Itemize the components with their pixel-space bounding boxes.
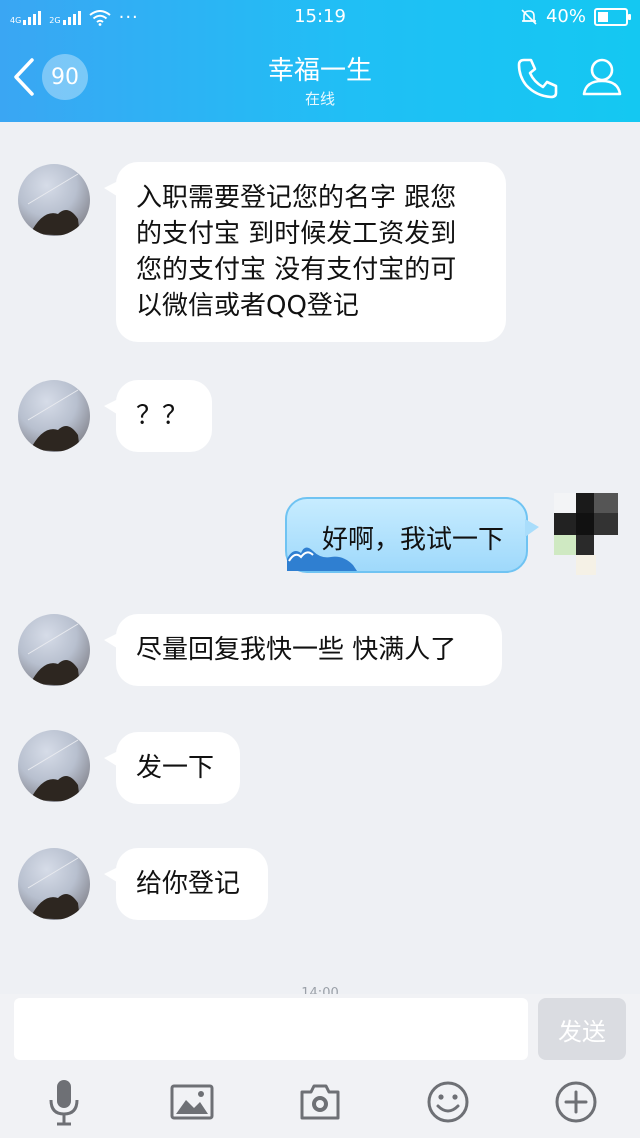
message-text-line: 您的支付宝 没有支付宝的可 <box>136 255 457 285</box>
emoji-button[interactable] <box>424 1078 472 1126</box>
chat-toolbar <box>0 1066 640 1138</box>
message-input[interactable] <box>14 998 528 1060</box>
input-bar: 发送 <box>0 994 640 1066</box>
message-text-line: 给你登记 <box>136 869 241 899</box>
message-text-line: 入职需要登记您的名字 跟您 <box>136 183 457 213</box>
microphone-icon <box>49 1080 79 1126</box>
message-text-line: ？？ <box>136 401 189 431</box>
message-text-line: 以微信或者QQ登记 <box>136 291 359 321</box>
message-bubble[interactable]: ？？ <box>104 380 212 452</box>
wave-decoration-icon <box>287 547 357 571</box>
chat-header: 4G 2G ··· 15:19 40% 90 幸福一生 在线 <box>0 0 640 122</box>
battery-percent: 40% <box>545 6 586 27</box>
plus-icon <box>555 1081 597 1123</box>
emoji-icon <box>427 1081 469 1123</box>
status-bar: 4G 2G ··· 15:19 40% <box>0 0 640 34</box>
mute-bell-icon <box>521 8 537 25</box>
contact-avatar[interactable] <box>18 848 90 920</box>
message-text-line: 发一下 <box>136 753 215 783</box>
my-avatar[interactable] <box>554 493 620 577</box>
profile-button[interactable] <box>576 52 628 104</box>
send-button[interactable]: 发送 <box>538 998 626 1060</box>
camera-button[interactable] <box>296 1078 344 1126</box>
battery-icon <box>594 7 631 26</box>
image-icon <box>170 1084 214 1120</box>
contact-avatar[interactable] <box>18 730 90 802</box>
my-message-bubble[interactable]: 好啊，我试一下 <box>285 497 539 573</box>
message-text-line: 的支付宝 到时候发工资发到 <box>136 219 457 249</box>
contact-avatar[interactable] <box>18 164 90 236</box>
contact-avatar[interactable] <box>18 614 90 686</box>
message-bubble[interactable]: 尽量回复我快一些 快满人了 <box>104 614 502 686</box>
contact-avatar[interactable] <box>18 380 90 452</box>
camera-icon <box>300 1084 340 1120</box>
message-text-line: 尽量回复我快一些 快满人了 <box>136 635 457 665</box>
call-button[interactable] <box>512 52 564 104</box>
profile-icon <box>582 58 622 96</box>
message-bubble[interactable]: 发一下 <box>104 732 240 804</box>
voice-button[interactable] <box>40 1078 88 1126</box>
more-button[interactable] <box>552 1078 600 1126</box>
message-bubble[interactable]: 入职需要登记您的名字 跟您 的支付宝 到时候发工资发到 您的支付宝 没有支付宝的… <box>104 162 506 342</box>
message-bubble[interactable]: 给你登记 <box>104 848 268 920</box>
image-button[interactable] <box>168 1078 216 1126</box>
phone-icon <box>517 58 558 99</box>
